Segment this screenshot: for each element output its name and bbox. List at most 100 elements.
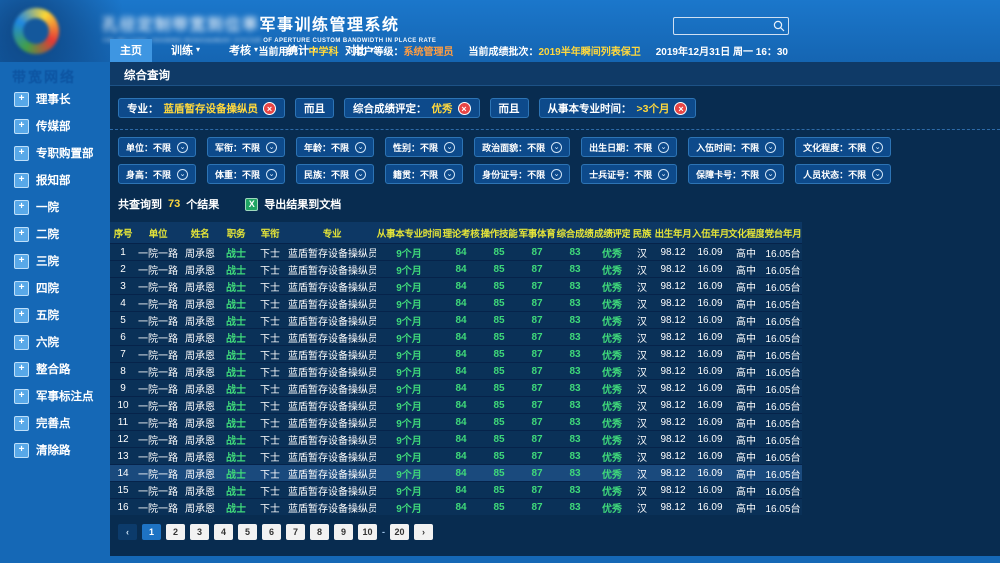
pagination-page-9[interactable]: 9 <box>334 524 353 540</box>
nav-item-主页[interactable]: 主页 <box>110 39 152 62</box>
pagination-page-1[interactable]: 1 <box>142 524 161 540</box>
filter-dropdown-军衔[interactable]: 军衔：不限⌄ <box>207 137 285 157</box>
table-cell: 84 <box>442 431 480 448</box>
filter-dropdown-年龄[interactable]: 年龄：不限⌄ <box>296 137 374 157</box>
nav-item-训练[interactable]: 训练▾ <box>161 39 210 62</box>
dashed-separator <box>110 129 1000 130</box>
pagination-prev-button[interactable]: ‹ <box>118 524 137 540</box>
sidebar-item-六院[interactable]: +六院 <box>14 333 94 351</box>
table-cell: 高中 <box>728 482 764 499</box>
table-row[interactable]: 8一院一路周承恩战士下士蓝盾暂存设备操纵员9个月84858783优秀汉98.12… <box>110 363 802 380</box>
pagination-page-7[interactable]: 7 <box>286 524 305 540</box>
pagination-page-8[interactable]: 8 <box>310 524 329 540</box>
pagination-page-10[interactable]: 10 <box>358 524 377 540</box>
column-header: 军事体育 <box>518 222 556 244</box>
sidebar-item-四院[interactable]: +四院 <box>14 279 94 297</box>
app-title: 孔径定制带宽到位率军事训练管理系统 <box>102 11 436 35</box>
search-input[interactable] <box>674 18 773 34</box>
table-cell: 83 <box>556 363 594 380</box>
user-info-items: 当前用户：中学科用户等级：系统管理员当前成绩批次：2019半年瞬间列表保卫 <box>258 43 640 58</box>
sidebar-item-完善点[interactable]: +完善点 <box>14 414 94 432</box>
filter-tag[interactable]: 综合成绩评定：优秀× <box>344 98 480 118</box>
pagination-page-4[interactable]: 4 <box>214 524 233 540</box>
filter-dropdown-文化程度[interactable]: 文化程度：不限⌄ <box>795 137 891 157</box>
filter-connector[interactable]: 而且 <box>490 98 529 118</box>
table-row[interactable]: 4一院一路周承恩战士下士蓝盾暂存设备操纵员9个月84858783优秀汉98.12… <box>110 295 802 312</box>
filter-dropdown-政治面貌[interactable]: 政治面貌：不限⌄ <box>474 137 570 157</box>
pagination-page-3[interactable]: 3 <box>190 524 209 540</box>
filter-tag[interactable]: 从事本专业时间：>3个月× <box>539 98 697 118</box>
filter-tag[interactable]: 专业：蓝盾暂存设备操纵员× <box>118 98 285 118</box>
table-cell: 优秀 <box>594 465 630 482</box>
table-cell: 83 <box>556 278 594 295</box>
table-row[interactable]: 6一院一路周承恩战士下士蓝盾暂存设备操纵员9个月84858783优秀汉98.12… <box>110 329 802 346</box>
table-row[interactable]: 3一院一路周承恩战士下士蓝盾暂存设备操纵员9个月84858783优秀汉98.12… <box>110 278 802 295</box>
table-cell: 87 <box>518 329 556 346</box>
table-row[interactable]: 1一院一路周承恩战士下士蓝盾暂存设备操纵员9个月84858783优秀汉98.12… <box>110 244 802 261</box>
table-cell: 16.09 <box>692 244 728 261</box>
close-icon[interactable]: × <box>674 102 687 115</box>
table-row[interactable]: 13一院一路周承恩战士下士蓝盾暂存设备操纵员9个月84858783优秀汉98.1… <box>110 448 802 465</box>
sidebar-item-label: 三院 <box>36 253 59 269</box>
table-row[interactable]: 9一院一路周承恩战士下士蓝盾暂存设备操纵员9个月84858783优秀汉98.12… <box>110 380 802 397</box>
sidebar-item-一院[interactable]: +一院 <box>14 198 94 216</box>
filter-connector[interactable]: 而且 <box>295 98 334 118</box>
table-row[interactable]: 14一院一路周承恩战士下士蓝盾暂存设备操纵员9个月84858783优秀汉98.1… <box>110 465 802 482</box>
sidebar-item-专职购置部[interactable]: +专职购置部 <box>14 144 94 162</box>
filter-dropdown-民族[interactable]: 民族：不限⌄ <box>296 164 374 184</box>
tab-comprehensive-query[interactable]: 综合查询 <box>110 62 184 83</box>
table-cell: 9个月 <box>376 397 442 414</box>
filter-dropdown-身份证号[interactable]: 身份证号：不限⌄ <box>474 164 570 184</box>
table-cell: 周承恩 <box>180 278 220 295</box>
filter-dropdown-单位[interactable]: 单位：不限⌄ <box>118 137 196 157</box>
pagination-page-5[interactable]: 5 <box>238 524 257 540</box>
table-row[interactable]: 16一院一路周承恩战士下士蓝盾暂存设备操纵员9个月84858783优秀汉98.1… <box>110 499 802 516</box>
filter-dropdown-保障卡号[interactable]: 保障卡号：不限⌄ <box>688 164 784 184</box>
sidebar-item-传媒部[interactable]: +传媒部 <box>14 117 94 135</box>
close-icon[interactable]: × <box>263 102 276 115</box>
table-row[interactable]: 12一院一路周承恩战士下士蓝盾暂存设备操纵员9个月84858783优秀汉98.1… <box>110 431 802 448</box>
filter-dropdown-体重[interactable]: 体重：不限⌄ <box>207 164 285 184</box>
table-row[interactable]: 5一院一路周承恩战士下士蓝盾暂存设备操纵员9个月84858783优秀汉98.12… <box>110 312 802 329</box>
sidebar-item-五院[interactable]: +五院 <box>14 306 94 324</box>
table-cell: 高中 <box>728 329 764 346</box>
sidebar-item-三院[interactable]: +三院 <box>14 252 94 270</box>
table-cell: 85 <box>480 499 518 516</box>
sidebar-item-理事长[interactable]: +理事长 <box>14 90 94 108</box>
filter-dropdown-身高[interactable]: 身高：不限⌄ <box>118 164 196 184</box>
pagination-next-button[interactable]: › <box>414 524 433 540</box>
sidebar-item-军事标注点[interactable]: +军事标注点 <box>14 387 94 405</box>
filter-dropdown-性别[interactable]: 性别：不限⌄ <box>385 137 463 157</box>
export-results-link[interactable]: 导出结果到文档 <box>264 196 341 212</box>
filter-dropdown-士兵证号[interactable]: 士兵证号：不限⌄ <box>581 164 677 184</box>
column-header: 文化程度 <box>728 222 764 244</box>
table-cell: 汉 <box>630 414 654 431</box>
table-header-row: 序号单位姓名职务军衔专业从事本专业时间理论考核操作技能军事体育综合成绩成绩评定民… <box>110 222 802 244</box>
filter-dropdown-入伍时间[interactable]: 入伍时间：不限⌄ <box>688 137 784 157</box>
excel-icon[interactable]: X <box>245 198 258 211</box>
sidebar-item-报知部[interactable]: +报知部 <box>14 171 94 189</box>
search-box[interactable] <box>673 17 789 35</box>
results-count: 73 <box>168 198 180 210</box>
table-cell: 战士 <box>220 448 252 465</box>
table-cell: 一院一路 <box>136 329 180 346</box>
user-info-item: 当前用户：中学科 <box>258 43 338 58</box>
pagination-page-20[interactable]: 20 <box>390 524 409 540</box>
table-row[interactable]: 11一院一路周承恩战士下士蓝盾暂存设备操纵员9个月84858783优秀汉98.1… <box>110 414 802 431</box>
search-icon[interactable] <box>773 20 785 32</box>
sidebar-item-清除路[interactable]: +清除路 <box>14 441 94 459</box>
table-row[interactable]: 2一院一路周承恩战士下士蓝盾暂存设备操纵员9个月84858783优秀汉98.12… <box>110 261 802 278</box>
table-row[interactable]: 7一院一路周承恩战士下士蓝盾暂存设备操纵员9个月84858783优秀汉98.12… <box>110 346 802 363</box>
filter-dropdown-出生日期[interactable]: 出生日期：不限⌄ <box>581 137 677 157</box>
table-cell: 战士 <box>220 414 252 431</box>
table-row[interactable]: 10一院一路周承恩战士下士蓝盾暂存设备操纵员9个月84858783优秀汉98.1… <box>110 397 802 414</box>
sidebar-item-二院[interactable]: +二院 <box>14 225 94 243</box>
close-icon[interactable]: × <box>458 102 471 115</box>
pagination-page-6[interactable]: 6 <box>262 524 281 540</box>
table-cell: 汉 <box>630 329 654 346</box>
pagination-page-2[interactable]: 2 <box>166 524 185 540</box>
filter-dropdown-人员状态[interactable]: 人员状态：不限⌄ <box>795 164 891 184</box>
sidebar-item-整合路[interactable]: +整合路 <box>14 360 94 378</box>
table-row[interactable]: 15一院一路周承恩战士下士蓝盾暂存设备操纵员9个月84858783优秀汉98.1… <box>110 482 802 499</box>
filter-dropdown-籍贯[interactable]: 籍贯：不限⌄ <box>385 164 463 184</box>
